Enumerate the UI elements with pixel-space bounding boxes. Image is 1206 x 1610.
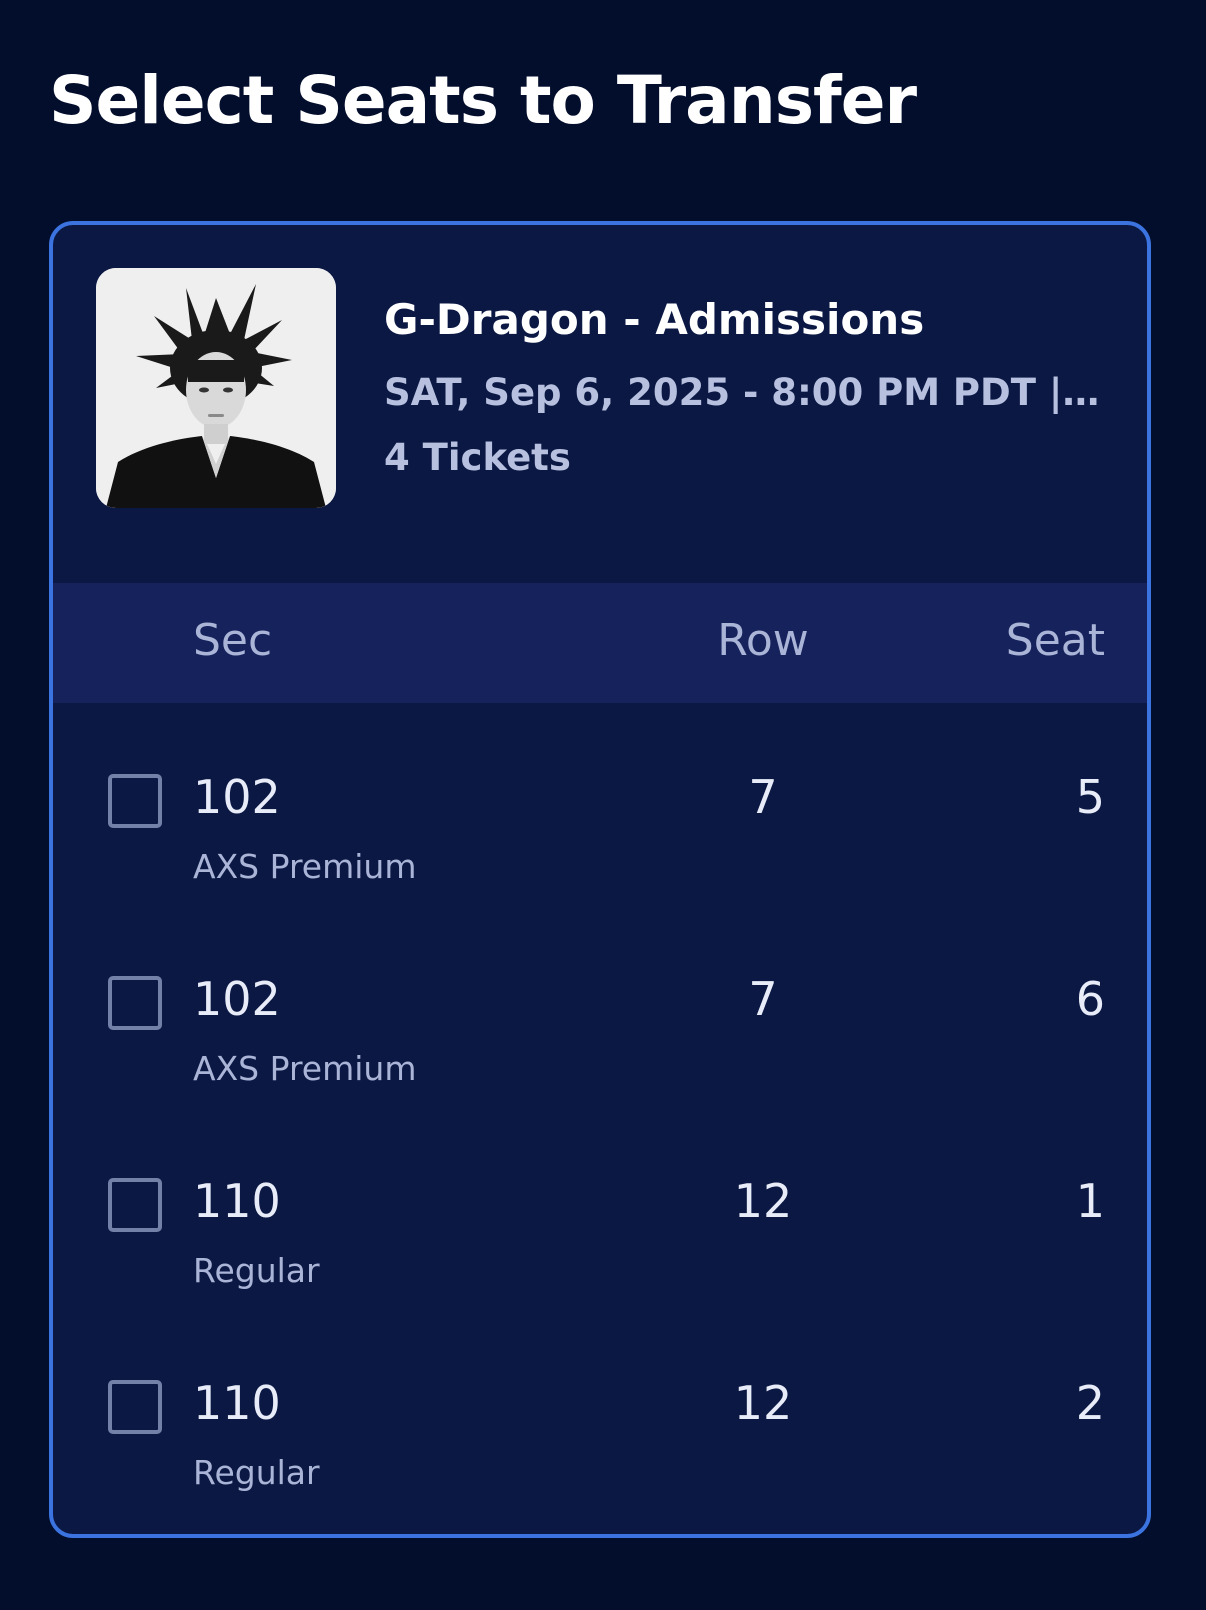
seat-row[interactable]: 110 Regular 12 2 xyxy=(53,1324,1147,1526)
column-header-row: Row xyxy=(717,615,809,666)
ticket-card: G-Dragon - Admissions SAT, Sep 6, 2025 -… xyxy=(49,221,1151,1538)
seat-checkbox[interactable] xyxy=(108,1380,162,1434)
seat-table-header: Sec Row Seat xyxy=(53,583,1147,703)
seat-number: 2 xyxy=(1075,1376,1105,1430)
ticket-type: Regular xyxy=(193,1453,320,1492)
event-date-venue: SAT, Sep 6, 2025 - 8:00 PM PDT | Cr... xyxy=(384,371,1109,414)
column-header-sec: Sec xyxy=(193,615,273,666)
row-number: 12 xyxy=(733,1174,793,1228)
section-number: 110 xyxy=(193,1174,281,1228)
section-number: 110 xyxy=(193,1376,281,1430)
ticket-type: AXS Premium xyxy=(193,1049,417,1088)
ticket-count: 4 Tickets xyxy=(384,436,571,479)
ticket-type: Regular xyxy=(193,1251,320,1290)
seat-number: 1 xyxy=(1075,1174,1105,1228)
artist-photo-icon xyxy=(96,268,336,508)
seat-checkbox[interactable] xyxy=(108,1178,162,1232)
row-number: 12 xyxy=(733,1376,793,1430)
seat-number: 6 xyxy=(1075,972,1105,1026)
seat-number: 5 xyxy=(1075,770,1105,824)
row-number: 7 xyxy=(748,770,778,824)
row-number: 7 xyxy=(748,972,778,1026)
ticket-type: AXS Premium xyxy=(193,847,417,886)
section-number: 102 xyxy=(193,972,281,1026)
column-header-seat: Seat xyxy=(1005,615,1105,666)
seat-row[interactable]: 102 AXS Premium 7 6 xyxy=(53,920,1147,1122)
seat-row[interactable]: 110 Regular 12 1 xyxy=(53,1122,1147,1324)
seat-checkbox[interactable] xyxy=(108,976,162,1030)
page-title: Select Seats to Transfer xyxy=(49,62,917,139)
event-title: G-Dragon - Admissions xyxy=(384,295,925,344)
seat-checkbox[interactable] xyxy=(108,774,162,828)
seat-row[interactable]: 102 AXS Premium 7 5 xyxy=(53,718,1147,920)
section-number: 102 xyxy=(193,770,281,824)
event-thumbnail xyxy=(96,268,336,508)
